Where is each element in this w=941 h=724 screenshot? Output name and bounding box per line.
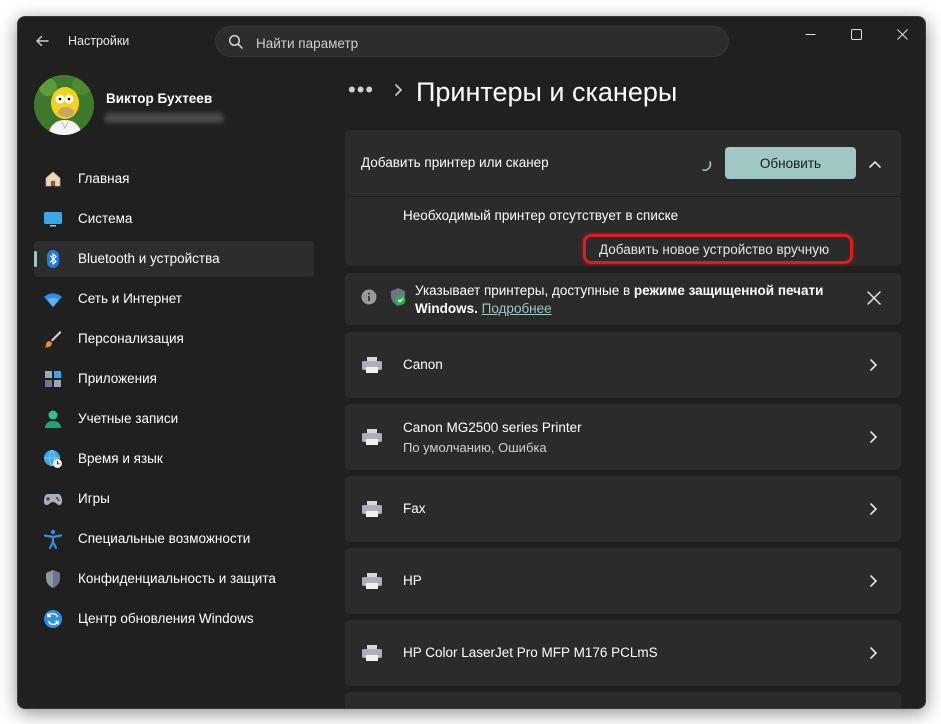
chevron-right-icon	[870, 431, 878, 443]
home-icon	[45, 171, 61, 187]
loading-spinner-icon	[702, 161, 712, 171]
app-title: Настройки	[68, 34, 130, 48]
printer-icon	[362, 501, 382, 517]
user-name: Виктор Бухтеев	[106, 91, 213, 106]
globe-clock-icon	[44, 449, 62, 468]
printer-icon	[362, 645, 382, 661]
printer-icon	[362, 573, 382, 589]
printer-name: Canon MG2500 series Printer	[403, 420, 582, 435]
brush-icon	[44, 331, 62, 348]
sidebar-item-label: Конфиденциальность и защита	[78, 571, 276, 586]
avatar-image	[34, 75, 94, 135]
printer-status: По умолчанию, Ошибка	[403, 440, 547, 455]
page-title: Принтеры и сканеры	[416, 77, 678, 107]
accessibility-icon	[43, 529, 63, 549]
printer-name: HP	[403, 573, 422, 588]
chevron-up-icon[interactable]	[865, 154, 885, 174]
sidebar-item-gaming[interactable]: Игры	[34, 481, 314, 517]
title-bar: Настройки	[18, 17, 925, 65]
manual-add-highlight: Добавить новое устройство вручную	[583, 234, 853, 264]
info-icon	[361, 289, 377, 305]
settings-window: Настройки Найти параметр Виктор Бухтеев …	[17, 16, 926, 709]
sidebar-item-windows-update[interactable]: Центр обновления Windows	[34, 601, 314, 637]
printer-item[interactable]: HP	[345, 548, 901, 614]
sidebar-item-accounts[interactable]: Учетные записи	[34, 401, 314, 437]
update-icon	[44, 610, 62, 628]
close-icon	[896, 28, 908, 40]
search-input[interactable]	[254, 33, 698, 53]
printer-missing-text: Необходимый принтер отсутствует в списке	[403, 208, 679, 223]
shield-check-icon	[391, 288, 406, 306]
bluetooth-icon	[47, 250, 59, 268]
sidebar-item-label: Система	[78, 211, 133, 226]
sidebar-item-label: Главная	[78, 171, 130, 186]
sidebar-item-system[interactable]: Система	[34, 201, 314, 237]
chevron-right-icon	[870, 575, 878, 587]
sidebar-item-label: Учетные записи	[78, 411, 179, 426]
search-icon	[228, 34, 243, 49]
sidebar-item-privacy[interactable]: Конфиденциальность и защита	[34, 561, 314, 597]
info-text-plain: Указывает принтеры, доступные в	[415, 283, 634, 298]
breadcrumb-more-button[interactable]: •••	[348, 77, 374, 103]
sidebar-item-accessibility[interactable]: Специальные возможности	[34, 521, 314, 557]
sidebar-item-label: Время и язык	[78, 451, 163, 466]
printer-name: Canon	[403, 357, 443, 372]
sidebar-item-label: Персонализация	[78, 331, 184, 346]
gamepad-icon	[44, 494, 62, 505]
sidebar-item-apps[interactable]: Приложения	[34, 361, 314, 397]
sidebar-item-label: Центр обновления Windows	[78, 611, 254, 626]
user-email-redacted	[104, 113, 224, 123]
search-box[interactable]	[215, 26, 729, 57]
sidebar-item-label: Bluetooth и устройства	[78, 251, 220, 266]
chevron-right-icon	[870, 503, 878, 515]
chevron-right-icon	[395, 84, 403, 96]
info-bar: Указывает принтеры, доступные в режиме з…	[345, 273, 901, 325]
add-device-manually-button[interactable]: Добавить новое устройство вручную	[599, 242, 829, 257]
sidebar-item-network[interactable]: Сеть и Интернет	[34, 281, 314, 317]
add-printer-header[interactable]: Добавить принтер или сканер Обновить	[345, 130, 901, 197]
sidebar-nav: Главная Система Bluetooth и устройства С…	[34, 161, 314, 641]
refresh-button[interactable]: Обновить	[725, 147, 856, 179]
back-arrow-icon	[36, 35, 49, 47]
sidebar-item-bluetooth[interactable]: Bluetooth и устройства	[34, 241, 314, 277]
printer-icon	[362, 357, 382, 373]
sidebar-item-label: Приложения	[78, 371, 157, 386]
minimize-icon	[805, 33, 815, 35]
account-icon	[45, 410, 61, 428]
back-button[interactable]	[28, 29, 56, 53]
wifi-icon	[44, 293, 62, 307]
printer-name: Fax	[403, 501, 426, 516]
printer-item-partial[interactable]	[345, 692, 901, 708]
info-text: Указывает принтеры, доступные в режиме з…	[415, 282, 855, 318]
printer-name: HP Color LaserJet Pro MFP M176 PCLmS	[403, 645, 658, 660]
apps-icon	[45, 371, 61, 387]
chevron-right-icon	[870, 647, 878, 659]
shield-icon	[46, 570, 60, 588]
sidebar-item-label: Специальные возможности	[78, 531, 251, 546]
sidebar-item-label: Сеть и Интернет	[78, 291, 182, 306]
sidebar-item-label: Игры	[78, 491, 110, 506]
maximize-icon	[850, 28, 862, 40]
sidebar-item-time-language[interactable]: Время и язык	[34, 441, 314, 477]
learn-more-link[interactable]: Подробнее	[482, 301, 552, 316]
avatar	[34, 75, 94, 135]
close-button[interactable]	[879, 17, 925, 51]
system-icon	[44, 212, 62, 227]
minimize-button[interactable]	[787, 17, 833, 51]
printer-item[interactable]: HP Color LaserJet Pro MFP M176 PCLmS	[345, 620, 901, 686]
add-printer-card: Добавить принтер или сканер Обновить Нео…	[345, 130, 901, 266]
printer-item[interactable]: Fax	[345, 476, 901, 542]
dismiss-icon[interactable]	[865, 289, 883, 307]
sidebar-item-home[interactable]: Главная	[34, 161, 314, 197]
maximize-button[interactable]	[833, 17, 879, 51]
sidebar-item-personalization[interactable]: Персонализация	[34, 321, 314, 357]
printer-item[interactable]: Canon MG2500 series Printer По умолчанию…	[345, 404, 901, 470]
add-printer-label: Добавить принтер или сканер	[361, 155, 549, 170]
printer-item[interactable]: Canon	[345, 332, 901, 398]
chevron-right-icon	[870, 359, 878, 371]
printer-icon	[362, 429, 382, 445]
